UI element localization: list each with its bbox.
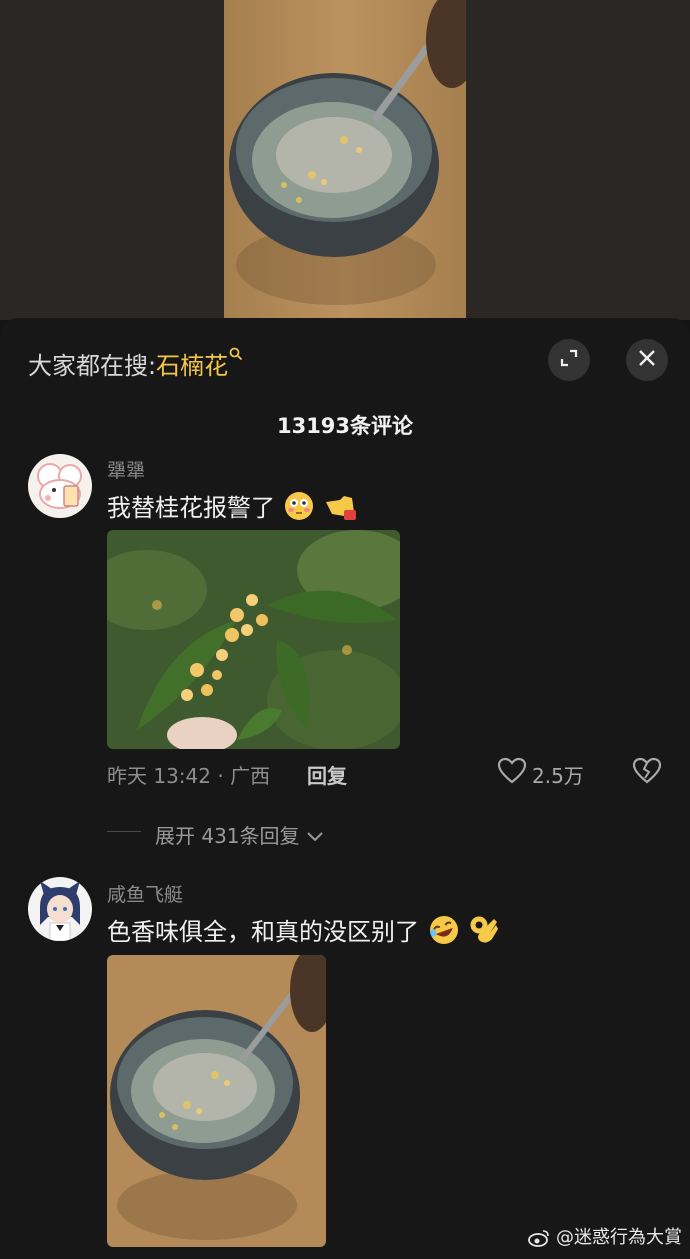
comment-body: 我替桂花报警了 (107, 494, 275, 522)
soup-bowl-photo (107, 955, 326, 1247)
watermark-text: @迷惑行為大賞 (556, 1227, 682, 1248)
comment-timestamp-location: 昨天 13:42 · 广西 (107, 764, 271, 788)
rolling-on-floor-laughing-emoji (427, 914, 461, 952)
search-icon (229, 346, 243, 365)
like-button[interactable] (497, 757, 527, 789)
avatar[interactable] (28, 877, 92, 941)
comment-body: 色香味俱全，和真的没区别了 (107, 918, 419, 946)
avatar[interactable] (28, 454, 92, 518)
expand-icon (559, 348, 579, 372)
comment-count: 13193条评论 (276, 414, 414, 438)
weibo-icon (528, 1227, 556, 1248)
close-button[interactable] (626, 339, 668, 381)
avatar-image (28, 877, 92, 941)
video-preview-area[interactable] (0, 0, 690, 320)
weibo-watermark: @迷惑行為大賞 (528, 1223, 682, 1249)
search-suggestion-prefix: 大家都在搜: (28, 352, 157, 380)
like-count: 2.5万 (532, 764, 584, 788)
ok-hand-emoji (468, 913, 500, 953)
search-suggestion[interactable]: 大家都在搜:石楠花 (28, 346, 243, 381)
dislike-button[interactable] (632, 757, 662, 789)
expand-replies-button[interactable]: 展开 431条回复 (155, 820, 324, 849)
comment-photo[interactable] (107, 530, 400, 749)
comment-username[interactable]: 犟犟 (107, 456, 145, 483)
expand-button[interactable] (548, 339, 590, 381)
heart-icon (497, 757, 527, 789)
comment-text: 色香味俱全，和真的没区别了 (107, 912, 500, 953)
search-suggestion-keyword[interactable]: 石楠花 (156, 352, 228, 380)
close-icon (637, 348, 657, 372)
chevron-down-icon (306, 824, 324, 848)
reply-button[interactable]: 回复 (307, 760, 347, 789)
video-frame-image (224, 0, 466, 320)
broken-heart-icon (632, 757, 662, 789)
comment-photo[interactable] (107, 955, 326, 1247)
avatar-image (28, 454, 92, 518)
divider (107, 831, 141, 832)
expand-replies-label: 展开 431条回复 (155, 824, 300, 848)
backhand-index-pointing-left-emoji (322, 490, 358, 528)
comment-text: 我替桂花报警了 (107, 488, 358, 528)
flushed-face-emoji (283, 490, 315, 528)
comment-username[interactable]: 咸鱼飞艇 (107, 880, 183, 907)
soup-bowl-photo (224, 0, 466, 320)
osmanthus-flower-photo (107, 530, 400, 749)
